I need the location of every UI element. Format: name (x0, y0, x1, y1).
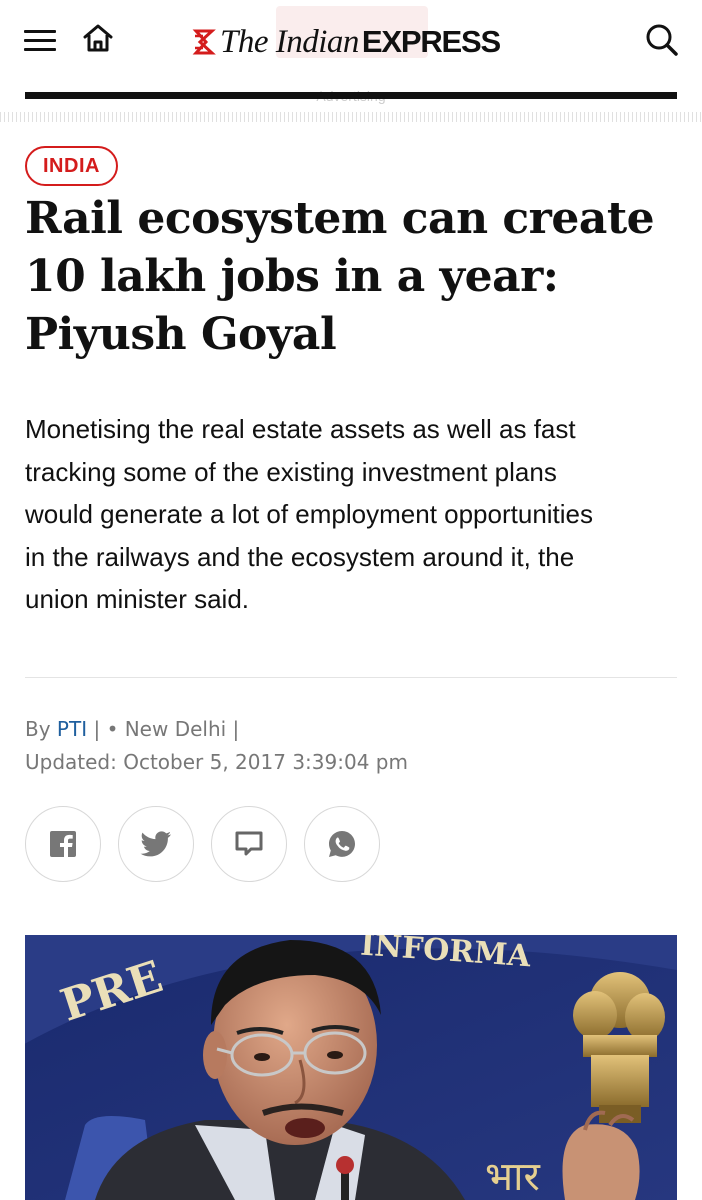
home-icon[interactable] (80, 20, 116, 56)
twitter-icon (140, 831, 171, 857)
article-headline: Rail ecosystem can create 10 lakh jobs i… (25, 190, 685, 364)
whatsapp-icon (329, 831, 355, 857)
byline-separator: | (226, 717, 240, 741)
search-icon[interactable] (644, 22, 680, 58)
share-whatsapp-button[interactable] (304, 806, 380, 882)
summary-line: would generate a lot of employment oppor… (25, 499, 594, 529)
hatch-divider (0, 112, 702, 122)
dateline-location: New Delhi (124, 717, 227, 741)
headline-line: Rail ecosystem can create (25, 193, 655, 244)
facebook-icon (50, 831, 76, 858)
summary-line: tracking some of the existing investment… (25, 456, 557, 487)
byline-prefix: By (25, 717, 51, 741)
comment-icon (235, 831, 263, 856)
article-photo[interactable]: PRE INFORMA भार (25, 935, 677, 1200)
article-summary: Monetising the real estate assets as wel… (25, 408, 685, 621)
comment-button[interactable] (211, 806, 287, 882)
byline: By PTI | • New Delhi | (25, 712, 239, 746)
updated-timestamp: Updated: October 5, 2017 3:39:04 pm (25, 750, 408, 774)
logo-text-the: The Indian (220, 23, 359, 60)
site-logo[interactable]: The Indian EXPRESS (192, 22, 501, 62)
summary-line: Monetising the real estate assets as wel… (25, 414, 576, 444)
emblem-caption-text: भार (485, 1154, 540, 1200)
headline-line: 10 lakh jobs in a year: (25, 251, 559, 302)
logo-text-express: EXPRESS (361, 24, 501, 59)
headline-line: Piyush Goyal (25, 309, 337, 360)
header-divider (25, 92, 677, 99)
author-link[interactable]: PTI (57, 717, 87, 741)
share-twitter-button[interactable] (118, 806, 194, 882)
menu-icon[interactable] (24, 28, 58, 54)
site-header: The Indian EXPRESS (0, 0, 702, 92)
content-divider (25, 677, 677, 678)
byline-separator: | • (87, 717, 125, 741)
share-facebook-button[interactable] (25, 806, 101, 882)
minister-photo-image: PRE INFORMA भार (25, 935, 677, 1200)
summary-line: union minister said. (25, 584, 249, 614)
logo-mark-icon (192, 29, 216, 55)
category-tag[interactable]: INDIA (25, 146, 118, 186)
summary-line: in the railways and the ecosystem around… (25, 541, 575, 572)
